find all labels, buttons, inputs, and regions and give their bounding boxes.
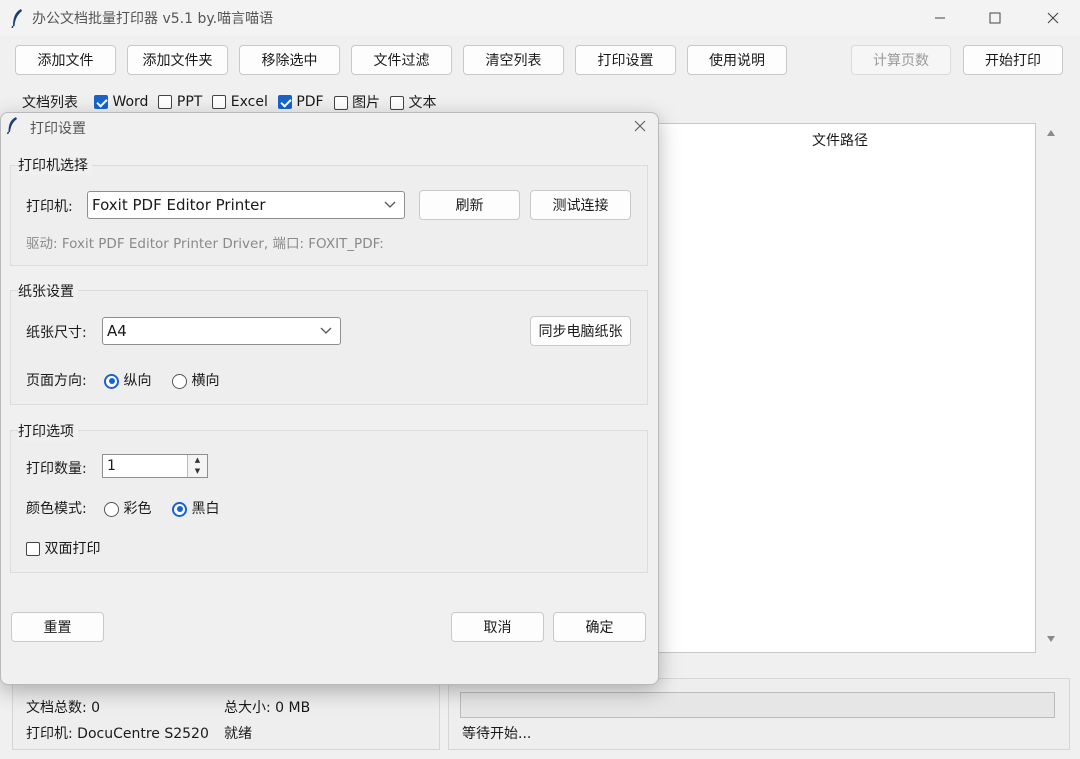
excel-checkbox[interactable]: [212, 95, 227, 109]
pdf-checkbox[interactable]: [277, 95, 292, 109]
copies-value: 1: [107, 458, 116, 474]
ppt-checkbox[interactable]: [158, 95, 173, 109]
copies-stepper[interactable]: 1 ▲ ▼: [102, 454, 208, 478]
orientation-portrait-option[interactable]: 纵向: [104, 370, 151, 390]
printer-group-title: 打印机选择: [18, 155, 92, 175]
reset-button[interactable]: 重置: [11, 612, 104, 642]
start-print-button[interactable]: 开始打印: [963, 45, 1063, 75]
color-radio[interactable]: [104, 501, 119, 517]
close-icon: [634, 120, 646, 132]
filter-excel[interactable]: Excel: [212, 94, 268, 110]
mono-radio[interactable]: [172, 501, 187, 517]
stepper-buttons[interactable]: ▲ ▼: [187, 455, 207, 477]
feather-icon: [11, 9, 22, 28]
feather-icon: [6, 117, 17, 134]
text-checkbox[interactable]: [390, 96, 405, 110]
image-checkbox[interactable]: [333, 96, 348, 110]
printer-select-value: Foxit PDF Editor Printer: [92, 196, 266, 214]
stepper-down-icon[interactable]: ▼: [195, 467, 200, 476]
count-pages-button[interactable]: 计算页数: [851, 45, 951, 75]
duplex-checkbox[interactable]: [26, 542, 40, 556]
close-icon: [1047, 12, 1059, 24]
paper-size-select[interactable]: A4: [102, 317, 341, 345]
test-connection-button[interactable]: 测试连接: [530, 190, 631, 220]
copies-label: 打印数量:: [26, 461, 87, 477]
file-path-column-header[interactable]: 文件路径: [812, 130, 868, 150]
maximize-icon: [989, 12, 1001, 24]
landscape-label: 横向: [191, 373, 220, 389]
print-settings-button[interactable]: 打印设置: [575, 45, 676, 75]
file-type-filter-row: 文档列表 Word PPT Excel PDF 图片 文本: [22, 92, 437, 112]
doc-list-label: 文档列表: [22, 95, 78, 111]
paper-group-title: 纸张设置: [18, 281, 78, 301]
filter-word[interactable]: Word: [94, 94, 148, 110]
printer-label: 打印机:: [26, 199, 73, 215]
chevron-down-icon: [384, 201, 396, 208]
progress-bar: [460, 692, 1055, 718]
filter-ppt[interactable]: PPT: [158, 94, 202, 110]
clear-list-button[interactable]: 清空列表: [463, 45, 564, 75]
orientation-label: 页面方向:: [26, 373, 87, 389]
portrait-label: 纵向: [123, 373, 152, 389]
file-list[interactable]: [656, 123, 1036, 653]
landscape-radio[interactable]: [172, 373, 187, 389]
color-option[interactable]: 彩色: [104, 498, 151, 518]
add-file-button[interactable]: 添加文件: [15, 45, 116, 75]
scroll-up-icon[interactable]: [1046, 129, 1056, 137]
minimize-button[interactable]: [917, 0, 963, 36]
stepper-up-icon[interactable]: ▲: [195, 456, 200, 465]
word-checkbox[interactable]: [94, 95, 108, 109]
close-window-button[interactable]: [1030, 0, 1076, 36]
driver-info: 驱动: Foxit PDF Editor Printer Driver, 端口:…: [26, 236, 384, 252]
mono-option[interactable]: 黑白: [172, 498, 219, 518]
orientation-landscape-option[interactable]: 横向: [172, 370, 219, 390]
scroll-down-icon[interactable]: [1046, 635, 1056, 643]
file-filter-button[interactable]: 文件过滤: [351, 45, 452, 75]
total-size: 总大小: 0 MB: [224, 700, 311, 716]
filter-image[interactable]: 图片: [333, 92, 380, 112]
sync-paper-button[interactable]: 同步电脑纸张: [530, 316, 631, 346]
filter-pdf[interactable]: PDF: [277, 94, 324, 110]
ok-button[interactable]: 确定: [553, 612, 646, 642]
doc-count: 文档总数: 0: [26, 700, 101, 716]
paper-size-label: 纸张尺寸:: [26, 325, 87, 341]
status-state: 就绪: [224, 726, 252, 742]
dialog-title: 打印设置: [30, 121, 86, 137]
filter-text[interactable]: 文本: [390, 92, 437, 112]
minimize-icon: [935, 17, 945, 19]
maximize-button[interactable]: [972, 0, 1018, 36]
dialog-close-button[interactable]: [628, 114, 652, 138]
printer-select[interactable]: Foxit PDF Editor Printer: [87, 191, 405, 219]
color-mode-label: 颜色模式:: [26, 501, 87, 517]
mono-label: 黑白: [191, 501, 220, 517]
duplex-label: 双面打印: [44, 541, 101, 557]
window-title: 办公文档批量打印器 v5.1 by.喵言喵语: [32, 11, 274, 27]
color-label: 彩色: [123, 501, 152, 517]
current-printer: 打印机: DocuCentre S2520: [26, 726, 209, 742]
paper-size-value: A4: [107, 322, 127, 340]
options-group-title: 打印选项: [18, 421, 78, 441]
help-button[interactable]: 使用说明: [687, 45, 787, 75]
add-folder-button[interactable]: 添加文件夹: [127, 45, 228, 75]
chevron-down-icon: [320, 327, 332, 334]
refresh-button[interactable]: 刷新: [419, 190, 520, 220]
progress-text: 等待开始...: [462, 726, 532, 742]
duplex-option[interactable]: 双面打印: [26, 538, 100, 558]
file-list-scrollbar[interactable]: [1040, 123, 1062, 653]
remove-selected-button[interactable]: 移除选中: [239, 45, 340, 75]
portrait-radio[interactable]: [104, 373, 119, 389]
cancel-button[interactable]: 取消: [451, 612, 544, 642]
